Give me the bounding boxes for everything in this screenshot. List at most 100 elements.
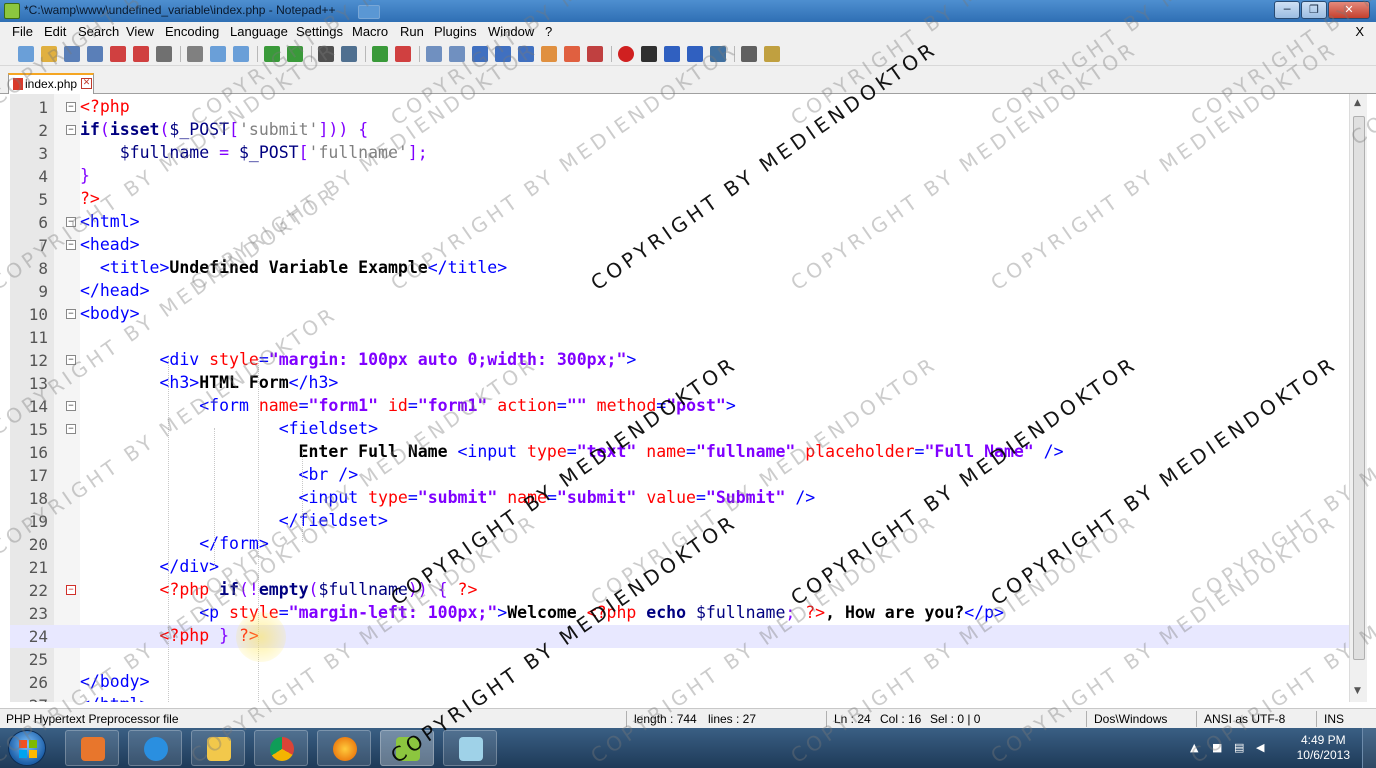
fold-toggle-icon[interactable]: − xyxy=(66,355,76,365)
network-icon[interactable]: ▤ xyxy=(1234,741,1248,755)
code-text[interactable]: </form> xyxy=(80,534,269,553)
code-text[interactable]: <body> xyxy=(80,304,140,323)
replace-icon[interactable] xyxy=(341,46,357,62)
code-text[interactable]: </body> xyxy=(80,672,150,691)
code-text[interactable]: <div style="margin: 100px auto 0;width: … xyxy=(80,350,636,369)
line-number[interactable]: 23 xyxy=(10,604,48,623)
code-text[interactable]: <?php } ?> xyxy=(80,626,258,645)
find-icon[interactable] xyxy=(318,46,334,62)
save-icon[interactable] xyxy=(64,46,80,62)
save-macro-icon[interactable] xyxy=(710,46,726,62)
code-text[interactable]: <form name="form1" id="form1" action="" … xyxy=(80,396,736,415)
new-file-icon[interactable] xyxy=(18,46,34,62)
code-text[interactable]: <head> xyxy=(80,235,140,254)
line-number[interactable]: 11 xyxy=(10,328,48,347)
code-line[interactable]: 14 − <form name="form1" id="form1" action… xyxy=(10,395,1349,418)
menu-run[interactable]: Run xyxy=(400,24,424,39)
fold-toggle-icon[interactable]: − xyxy=(66,217,76,227)
fold-toggle-icon[interactable]: − xyxy=(66,240,76,250)
line-number[interactable]: 5 xyxy=(10,190,48,209)
minimize-button[interactable]: ─ xyxy=(1274,1,1300,19)
line-number[interactable]: 7 xyxy=(10,236,48,255)
line-number[interactable]: 20 xyxy=(10,535,48,554)
line-number[interactable]: 12 xyxy=(10,351,48,370)
code-text[interactable]: <h3>HTML Form</h3> xyxy=(80,373,338,392)
menu-file[interactable]: File xyxy=(12,24,33,39)
code-line[interactable]: 16 Enter Full Name <input type="text" na… xyxy=(10,441,1349,464)
menu-encoding[interactable]: Encoding xyxy=(165,24,219,39)
stop-macro-icon[interactable] xyxy=(641,46,657,62)
code-line[interactable]: 24 <?php } ?> xyxy=(10,625,1349,648)
code-line[interactable]: 19 </fieldset> xyxy=(10,510,1349,533)
code-line[interactable]: 8 <title>Undefined Variable Example</tit… xyxy=(10,257,1349,280)
menu-settings[interactable]: Settings xyxy=(296,24,343,39)
indent-guide-icon[interactable] xyxy=(518,46,534,62)
line-number[interactable]: 17 xyxy=(10,466,48,485)
code-text[interactable]: <fieldset> xyxy=(80,419,378,438)
code-line[interactable]: 27 </html> xyxy=(10,694,1349,702)
code-line[interactable]: 5 ?> xyxy=(10,188,1349,211)
save-all-icon[interactable] xyxy=(87,46,103,62)
code-line[interactable]: 22 − <?php if(!empty($fullname)) { ?> xyxy=(10,579,1349,602)
code-line[interactable]: 12 − <div style="margin: 100px auto 0;wid… xyxy=(10,349,1349,372)
undo-icon[interactable] xyxy=(264,46,280,62)
close-icon[interactable] xyxy=(110,46,126,62)
code-line[interactable]: 17 <br /> xyxy=(10,464,1349,487)
tray-expand-icon[interactable]: ▲ xyxy=(1190,741,1204,755)
code-line[interactable]: 23 <p style="margin-left: 100px;">Welcom… xyxy=(10,602,1349,625)
line-number[interactable]: 2 xyxy=(10,121,48,140)
fold-toggle-icon[interactable]: − xyxy=(66,309,76,319)
code-text[interactable]: </head> xyxy=(80,281,150,300)
show-desktop-button[interactable] xyxy=(1362,728,1376,768)
line-number[interactable]: 22 xyxy=(10,581,48,600)
line-number[interactable]: 9 xyxy=(10,282,48,301)
print-icon[interactable] xyxy=(156,46,172,62)
line-number[interactable]: 13 xyxy=(10,374,48,393)
menu-view[interactable]: View xyxy=(126,24,154,39)
line-number[interactable]: 24 xyxy=(10,627,48,646)
code-text[interactable]: </html> xyxy=(80,695,150,702)
menu-macro[interactable]: Macro xyxy=(352,24,388,39)
menu-help[interactable]: ? xyxy=(545,24,552,39)
code-text[interactable]: } xyxy=(80,166,90,185)
code-line[interactable]: 20 </form> xyxy=(10,533,1349,556)
code-line[interactable]: 2 − if(isset($_POST['submit'])) { xyxy=(10,119,1349,142)
line-number[interactable]: 10 xyxy=(10,305,48,324)
menu-window[interactable]: Window xyxy=(488,24,534,39)
taskbar-generic-app[interactable] xyxy=(443,730,497,766)
line-number[interactable]: 26 xyxy=(10,673,48,692)
redo-icon[interactable] xyxy=(287,46,303,62)
play-macro-icon[interactable] xyxy=(664,46,680,62)
code-line[interactable]: 13 <h3>HTML Form</h3> xyxy=(10,372,1349,395)
copy-icon[interactable] xyxy=(210,46,226,62)
scroll-down-icon[interactable]: ▼ xyxy=(1354,686,1361,696)
code-text[interactable]: Enter Full Name <input type="text" name=… xyxy=(80,442,1064,461)
scroll-up-icon[interactable]: ▲ xyxy=(1354,98,1361,108)
maximize-button[interactable]: ❐ xyxy=(1301,1,1327,19)
start-button[interactable] xyxy=(8,730,46,766)
menu-search[interactable]: Search xyxy=(78,24,119,39)
taskbar-internet-explorer[interactable] xyxy=(128,730,182,766)
code-line[interactable]: 15 − <fieldset> xyxy=(10,418,1349,441)
vertical-scrollbar[interactable]: ▲ ▼ xyxy=(1349,94,1367,702)
zoom-out-icon[interactable] xyxy=(395,46,411,62)
taskbar-chrome[interactable] xyxy=(254,730,308,766)
tray-device-icon[interactable]: ■ xyxy=(1212,741,1226,755)
tab-index-php[interactable]: index.php ✕ xyxy=(8,73,94,94)
code-text[interactable]: <?php if(!empty($fullname)) { ?> xyxy=(80,580,477,599)
folder-workspace-icon[interactable] xyxy=(587,46,603,62)
menu-language[interactable]: Language xyxy=(230,24,288,39)
sync-vertical-icon[interactable] xyxy=(426,46,442,62)
code-line[interactable]: 26 </body> xyxy=(10,671,1349,694)
close-window-button[interactable]: ✕ xyxy=(1328,1,1370,19)
close-tab-icon[interactable]: ✕ xyxy=(81,78,92,89)
spellcheck-icon[interactable] xyxy=(764,46,780,62)
line-number[interactable]: 4 xyxy=(10,167,48,186)
word-wrap-icon[interactable] xyxy=(472,46,488,62)
line-number[interactable]: 15 xyxy=(10,420,48,439)
fold-toggle-icon[interactable]: − xyxy=(66,585,76,595)
code-line[interactable]: 10 − <body> xyxy=(10,303,1349,326)
line-number[interactable]: 19 xyxy=(10,512,48,531)
line-number[interactable]: 14 xyxy=(10,397,48,416)
sync-horizontal-icon[interactable] xyxy=(449,46,465,62)
